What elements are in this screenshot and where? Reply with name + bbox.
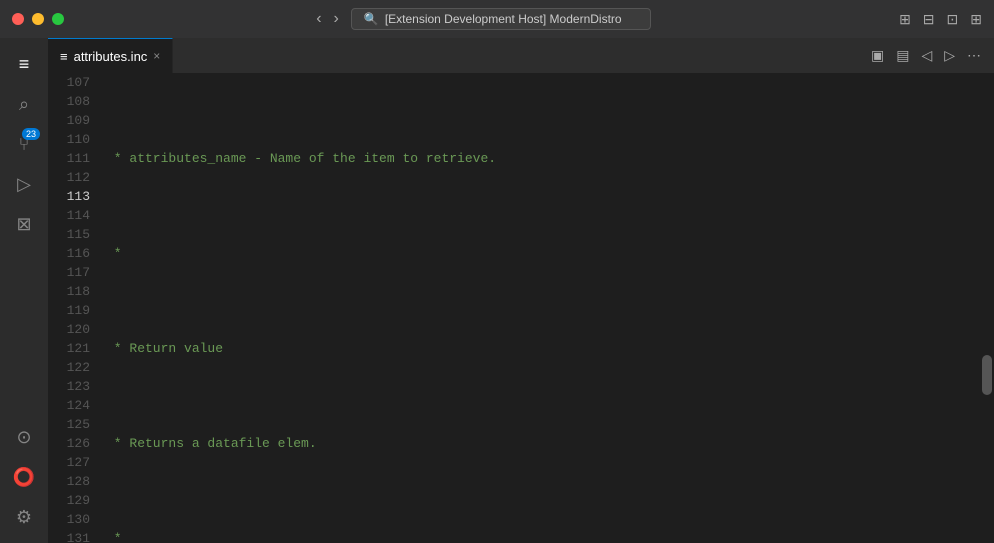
sidebar-item-remote[interactable]: ⊙ [6, 419, 42, 455]
table-row: * Returns a datafile elem. [98, 434, 994, 453]
scrollbar-thumb[interactable] [982, 355, 992, 395]
titlebar: ‹ › 🔍 [Extension Development Host] Moder… [0, 0, 994, 38]
table-row: * Return value [98, 339, 994, 358]
titlebar-search-box[interactable]: 🔍 [Extension Development Host] ModernDis… [351, 8, 651, 30]
line-content: * Returns a datafile elem. [102, 434, 994, 453]
sidebar-item-accounts[interactable]: ⭕ [6, 459, 42, 495]
tab-close-button[interactable]: × [153, 49, 160, 63]
tab-bar-actions: ▣ ▤ ◁ ▷ ⋯ [858, 38, 994, 73]
layout-icon-3[interactable]: ⊡ [947, 11, 959, 28]
line-numbers: 107 108 109 110 111 112 113 114 115 116 … [48, 73, 98, 543]
sidebar-item-search[interactable]: ⌕ [6, 86, 42, 122]
sidebar-item-explorer[interactable]: ≡ [6, 46, 42, 82]
layout-icon-4[interactable]: ⊞ [970, 11, 982, 28]
files-icon: ≡ [19, 54, 30, 75]
activity-bar: ≡ ⌕ ⑂ 23 ▷ ⊠ ⊙ ⭕ ⚙ [0, 38, 48, 543]
table-row: * attributes_name - Name of the item to … [98, 149, 994, 168]
scrollbar-track[interactable] [980, 73, 994, 543]
toggle-panel-button[interactable]: ▤ [891, 45, 914, 66]
more-actions-button[interactable]: ⋯ [962, 45, 986, 66]
maximize-button[interactable] [52, 13, 64, 25]
tab-filename: attributes.inc [74, 49, 148, 64]
table-row: * [98, 529, 994, 543]
sidebar-item-extensions[interactable]: ⊠ [6, 206, 42, 242]
layout-icon-2[interactable]: ⊟ [923, 11, 935, 28]
source-control-badge: 23 [22, 128, 40, 140]
activity-bottom: ⊙ ⭕ ⚙ [6, 419, 42, 543]
sidebar-item-settings[interactable]: ⚙ [6, 499, 42, 535]
main-layout: ≡ ⌕ ⑂ 23 ▷ ⊠ ⊙ ⭕ ⚙ [0, 38, 994, 543]
sidebar-item-source-control[interactable]: ⑂ 23 [6, 126, 42, 162]
close-button[interactable] [12, 13, 24, 25]
extensions-icon: ⊠ [16, 214, 31, 235]
titlebar-center: ‹ › 🔍 [Extension Development Host] Moder… [312, 8, 651, 30]
code-content: * attributes_name - Name of the item to … [98, 73, 994, 543]
titlebar-search-text: [Extension Development Host] ModernDistr… [385, 12, 622, 26]
tab-bar: ≡ attributes.inc × ▣ ▤ ◁ ▷ ⋯ [48, 38, 994, 73]
line-content: * Return value [102, 339, 994, 358]
titlebar-right-icons: ⊞ ⊟ ⊡ ⊞ [899, 11, 982, 28]
code-lines: * attributes_name - Name of the item to … [98, 73, 994, 543]
step-back-button[interactable]: ◁ [916, 45, 937, 66]
sidebar-item-run[interactable]: ▷ [6, 166, 42, 202]
nav-back-button[interactable]: ‹ [312, 8, 325, 30]
navigation-buttons[interactable]: ‹ › [312, 8, 343, 30]
toggle-sidebar-button[interactable]: ▣ [866, 45, 889, 66]
line-content: * attributes_name - Name of the item to … [102, 149, 994, 168]
table-row: * [98, 244, 994, 263]
layout-icon-1[interactable]: ⊞ [899, 11, 911, 28]
tab-icon: ≡ [60, 49, 68, 64]
traffic-lights[interactable] [12, 13, 64, 25]
code-editor[interactable]: 107 108 109 110 111 112 113 114 115 116 … [48, 73, 994, 543]
search-icon: ⌕ [19, 94, 29, 115]
editor-area: ≡ attributes.inc × ▣ ▤ ◁ ▷ ⋯ 107 108 109… [48, 38, 994, 543]
search-icon: 🔍 [364, 12, 379, 26]
accounts-icon: ⭕ [13, 467, 35, 488]
remote-icon: ⊙ [16, 427, 31, 448]
nav-forward-button[interactable]: › [330, 8, 343, 30]
step-forward-button[interactable]: ▷ [939, 45, 960, 66]
minimize-button[interactable] [32, 13, 44, 25]
run-icon: ▷ [17, 174, 31, 195]
line-content: * [102, 529, 994, 543]
tab-attributes-inc[interactable]: ≡ attributes.inc × [48, 38, 173, 73]
settings-icon: ⚙ [16, 507, 32, 528]
line-content: * [102, 244, 994, 263]
